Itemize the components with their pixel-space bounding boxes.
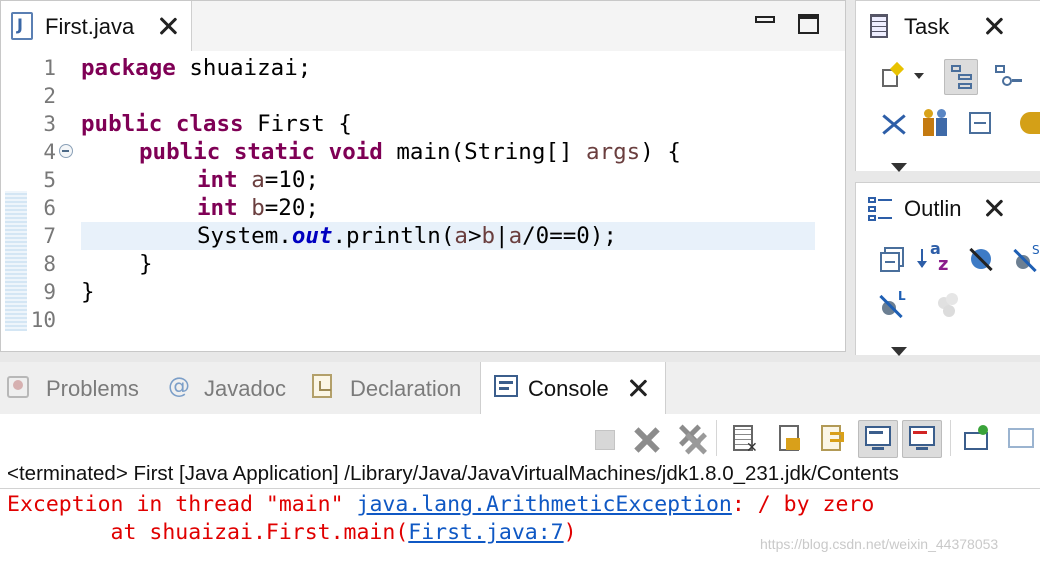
tab-javadoc[interactable]: @ Javadoc [160, 362, 302, 414]
scroll-lock-icon[interactable] [776, 424, 806, 454]
outline-panel-tab[interactable]: Outlin [856, 183, 1040, 233]
code-line-6: int b=20; [197, 195, 319, 221]
javadoc-at-icon: @ [168, 374, 190, 399]
line-number-gutter: 1 2 3 4 5 6 7 8 9 10 [2, 53, 73, 351]
toolbar-separator [716, 420, 717, 456]
code-line-1: package shuaizai; [81, 55, 312, 81]
tab-declaration-label: Declaration [350, 376, 462, 401]
new-task-icon[interactable] [878, 61, 908, 91]
new-task-dropdown-icon[interactable] [914, 73, 924, 79]
code-line-4: public static void main(String[] args) { [139, 139, 681, 165]
console-separator [0, 488, 1040, 489]
toolbar-separator [950, 420, 951, 456]
exception-class-link[interactable]: java.lang.ArithmeticException [357, 492, 732, 517]
view-menu-icon[interactable] [891, 163, 907, 172]
categorized-view-icon[interactable] [944, 59, 978, 95]
code-area[interactable]: package shuaizai; public class First { p… [81, 54, 841, 344]
tab-problems-label: Problems [46, 376, 139, 401]
line-number: 3 [43, 112, 56, 136]
line-number: 6 [43, 196, 56, 220]
close-outline-panel-icon[interactable] [984, 198, 1004, 218]
clear-console-icon[interactable]: ✕ [730, 424, 760, 456]
collapse-all-icon[interactable] [966, 109, 996, 139]
show-console-on-stderr-icon[interactable] [902, 420, 942, 458]
tab-javadoc-label: Javadoc [204, 376, 286, 401]
open-console-icon[interactable] [1006, 424, 1036, 454]
line-number: 9 [43, 280, 56, 304]
outline-panel-title: Outlin [904, 196, 962, 221]
close-task-panel-icon[interactable] [984, 16, 1004, 36]
maximize-icon[interactable] [798, 14, 819, 34]
sort-alphabetically-icon[interactable]: a z [917, 239, 954, 275]
declaration-icon [312, 374, 332, 398]
remove-all-terminated-icon[interactable] [675, 423, 707, 455]
close-tab-icon[interactable] [158, 16, 178, 36]
tab-problems[interactable]: Problems [0, 362, 160, 414]
code-line-8: } [139, 251, 153, 277]
line-number: 7 [43, 224, 56, 248]
hide-local-types-icon[interactable]: L [878, 289, 908, 321]
terminate-icon[interactable] [590, 425, 620, 455]
link-with-editor-icon[interactable] [934, 291, 964, 321]
line-number: 1 [43, 56, 56, 80]
console-status-line: <terminated> First [Java Application] /L… [7, 462, 899, 485]
code-line-7: System.out.println(a>b|a/0==0); [197, 223, 617, 249]
watermark: https://blog.csdn.net/weixin_44378053 [760, 536, 999, 552]
collapse-fold-icon[interactable] [59, 144, 73, 158]
collapse-all-icon[interactable] [878, 245, 908, 275]
code-line-5: int a=10; [197, 167, 319, 193]
problems-icon [6, 375, 32, 401]
code-line-9: } [81, 279, 95, 305]
scheduled-view-icon[interactable] [992, 61, 1022, 91]
minimize-icon[interactable] [755, 16, 775, 23]
remove-launch-icon[interactable] [632, 425, 662, 455]
pin-console-icon[interactable] [962, 424, 992, 454]
outline-panel: Outlin a z S L [855, 182, 1040, 356]
code-line-3: public class First { [81, 111, 352, 137]
hide-fields-icon[interactable] [966, 245, 996, 275]
synchronize-icon[interactable] [1016, 109, 1040, 139]
stack-trace-line: at shuaizai.First.main(First.java:7) [7, 520, 577, 545]
source-location-link[interactable]: First.java:7 [408, 520, 563, 545]
line-number: 8 [43, 252, 56, 276]
hide-completed-icon[interactable] [878, 109, 908, 139]
tab-console[interactable]: Console [480, 362, 666, 414]
line-number: 5 [43, 168, 56, 192]
editor-panel: J First.java 1 2 3 4 5 6 7 8 9 10 packag… [0, 0, 846, 352]
show-console-on-stdout-icon[interactable] [858, 420, 898, 458]
line-number: 10 [30, 308, 56, 332]
task-list-icon [870, 14, 888, 38]
tab-first-java[interactable]: J First.java [1, 1, 192, 51]
task-panel-tab[interactable]: Task [856, 1, 1040, 51]
editor-tab-bar: J First.java [1, 1, 845, 51]
hide-static-members-icon[interactable]: S [1012, 243, 1040, 275]
console-icon [494, 375, 518, 397]
tab-declaration[interactable]: Declaration [302, 362, 480, 414]
java-file-icon: J [11, 12, 33, 40]
line-number: 4 [43, 140, 56, 164]
task-list-panel: Task [855, 0, 1040, 172]
outline-icon [868, 197, 894, 221]
exception-line: Exception in thread "main" java.lang.Ari… [7, 492, 875, 517]
word-wrap-icon[interactable] [818, 424, 848, 454]
line-number: 2 [43, 84, 56, 108]
bottom-tab-bar: Problems @ Javadoc Declaration Console [0, 362, 1040, 414]
task-panel-title: Task [904, 14, 950, 39]
tab-console-label: Console [528, 376, 609, 401]
close-console-tab-icon[interactable] [628, 378, 648, 398]
tab-title: First.java [45, 14, 135, 39]
view-menu-icon[interactable] [891, 347, 907, 356]
focus-on-workweek-icon[interactable] [920, 107, 950, 137]
